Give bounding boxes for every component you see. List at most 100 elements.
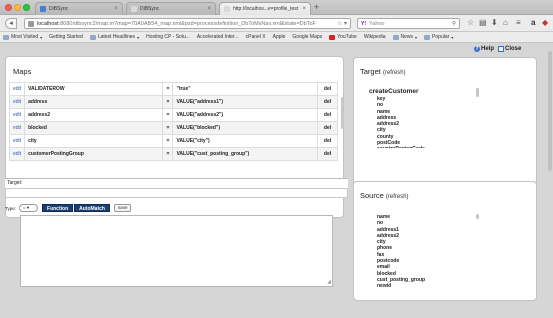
save-button[interactable]: save	[113, 204, 132, 212]
bookmark-youtube[interactable]: YouTube	[329, 34, 357, 40]
tab-close-icon[interactable]: ×	[111, 6, 118, 12]
map-operator: =	[162, 121, 174, 135]
back-button[interactable]: ◂	[5, 18, 17, 29]
url-path: :8080/dibsync2/map.m?map=70A0AB54_map.xm…	[58, 20, 316, 27]
map-row: edit address2 = VALUE("address2") del	[8, 108, 338, 122]
source-scrollbar[interactable]	[476, 214, 479, 219]
map-delete-link[interactable]: del	[317, 121, 338, 135]
favicon-icon	[131, 6, 137, 12]
resize-grip-icon[interactable]: ◢	[327, 279, 331, 285]
close-icon[interactable]	[498, 46, 505, 52]
bookmark-label: cPanel X	[245, 34, 266, 40]
folder-icon	[3, 34, 9, 40]
map-value-expression: VALUE("city")	[172, 134, 319, 148]
map-edit-link[interactable]: edit	[8, 121, 26, 135]
target-title: Target	[360, 67, 381, 76]
source-panel: Source (refresh) name no address1 address2 c…	[353, 181, 537, 301]
bookmark-latest-headlines[interactable]: Latest Headlines ▾	[89, 34, 140, 40]
map-delete-link[interactable]: del	[317, 134, 338, 148]
map-edit-link[interactable]: edit	[8, 147, 26, 161]
chevron-down-icon: ▾	[451, 34, 454, 40]
map-delete-link[interactable]: del	[317, 108, 338, 122]
target-refresh-link[interactable]: (refresh)	[383, 70, 406, 76]
map-operator: =	[162, 147, 174, 161]
chevron-down-icon: ▾	[415, 34, 418, 40]
target-scrollbar[interactable]	[476, 88, 479, 97]
bookmark-most-visited[interactable]: Most Visited ▾	[3, 34, 42, 40]
addon-icon[interactable]: a	[531, 18, 535, 28]
browser-tab-2[interactable]: DiBSync ×	[126, 2, 216, 15]
folder-icon	[424, 34, 431, 40]
url-bar[interactable]: localhost:8080/dibsync2/map.m?map=70A0AB…	[24, 18, 351, 29]
tab-label: http://localhos...e=profile_test	[233, 6, 299, 12]
bookmark-label: Google Maps	[292, 34, 323, 40]
bookmark-popular[interactable]: Popular ▾	[424, 34, 453, 40]
browser-nav-bar: ◂ localhost:8080/dibsync2/map.m?map=70A0…	[0, 15, 553, 32]
bookmark-accelerated[interactable]: Accelerated Inter...	[197, 34, 239, 40]
new-tab-button[interactable]: +	[314, 2, 319, 12]
map-target-field: address	[24, 95, 164, 109]
map-row: edit city = VALUE("city") del	[8, 134, 338, 148]
tab-close-icon[interactable]: ×	[299, 6, 306, 12]
yahoo-search-engine-icon: Y!	[361, 20, 366, 27]
bookmark-label: Most Visited	[11, 34, 39, 40]
target-field-item[interactable]: countryRegionCode	[377, 146, 478, 148]
bookmark-apple[interactable]: Apple	[273, 34, 286, 40]
target-root-node[interactable]: createCustomer	[369, 88, 478, 96]
browser-tab-3[interactable]: http://localhos...e=profile_test ×	[219, 2, 311, 15]
bookmark-getting-started[interactable]: Getting Started	[49, 34, 83, 40]
bookmarks-menu-icon[interactable]: ▤	[479, 18, 487, 28]
map-edit-link[interactable]: edit	[8, 108, 26, 122]
bookmark-wikipedia[interactable]: Wikipedia	[364, 34, 386, 40]
bookmark-label: Latest Headlines	[97, 34, 136, 40]
map-operator: =	[162, 95, 174, 109]
reload-icon[interactable]: ☆ ▾	[337, 20, 347, 27]
bookmark-star-icon[interactable]: ☆	[467, 18, 474, 28]
bookmark-hosting-cp[interactable]: Hosting CP - Solu...	[146, 34, 190, 40]
maps-scrollbar[interactable]	[341, 97, 344, 129]
bookmark-news[interactable]: News ▾	[392, 34, 418, 40]
map-row: edit blocked = VALUE("blocked") del	[8, 121, 338, 135]
map-edit-link[interactable]: edit	[8, 95, 26, 109]
bookmark-label: Apple	[272, 34, 286, 40]
search-bar[interactable]: Y! Yahoo ⚲	[357, 18, 460, 29]
source-field-item[interactable]: newid	[377, 283, 478, 289]
map-row: edit customerPostingGroup = VALUE("cust_pos…	[8, 147, 338, 161]
function-button[interactable]: Function	[42, 204, 74, 212]
page-scrollbar[interactable]	[548, 51, 552, 171]
help-link[interactable]: Help	[481, 46, 494, 52]
type-select-value: =	[23, 205, 26, 210]
tab-close-icon[interactable]: ×	[204, 6, 211, 12]
map-delete-link[interactable]: del	[317, 82, 338, 96]
target-panel-title: Target (refresh)	[360, 67, 406, 76]
source-refresh-link[interactable]: (refresh)	[386, 194, 409, 200]
type-select[interactable]: = ▾	[19, 204, 39, 212]
map-value-expression: VALUE("address1")	[172, 95, 319, 109]
help-icon[interactable]: ?	[474, 46, 480, 52]
source-field-list: name no address1 address2 city phone fax postco…	[367, 214, 478, 294]
chevron-down-icon: ▾	[137, 34, 140, 40]
map-delete-link[interactable]: del	[317, 95, 338, 109]
addon-2-icon[interactable]: ◆	[542, 18, 548, 28]
download-icon[interactable]: ⬇	[491, 18, 498, 28]
type-label: Type:	[5, 205, 17, 211]
map-delete-link[interactable]: del	[317, 147, 338, 161]
home-icon[interactable]: ⌂	[503, 18, 508, 28]
bookmark-google-maps[interactable]: Google Maps	[292, 34, 322, 40]
map-edit-link[interactable]: edit	[8, 134, 26, 148]
expression-textarea[interactable]: ◢	[20, 215, 333, 287]
close-link[interactable]: Close	[505, 46, 521, 52]
hamburger-menu-icon[interactable]: ≡	[516, 18, 521, 28]
rss-icon	[89, 34, 96, 40]
window-minimize-button[interactable]	[14, 4, 21, 11]
search-icon[interactable]: ⚲	[452, 21, 456, 27]
map-target-field: blocked	[24, 121, 164, 135]
tab-label: DiBSync	[49, 6, 69, 12]
bookmark-cpanel[interactable]: cPanel X	[246, 34, 266, 40]
browser-tab-1[interactable]: DiBSync ×	[35, 2, 123, 15]
target-field[interactable]	[5, 188, 348, 198]
automatch-button[interactable]: AutoMatch	[74, 204, 110, 212]
window-zoom-button[interactable]	[23, 4, 30, 11]
map-edit-link[interactable]: edit	[8, 82, 26, 96]
window-close-button[interactable]	[5, 4, 12, 11]
